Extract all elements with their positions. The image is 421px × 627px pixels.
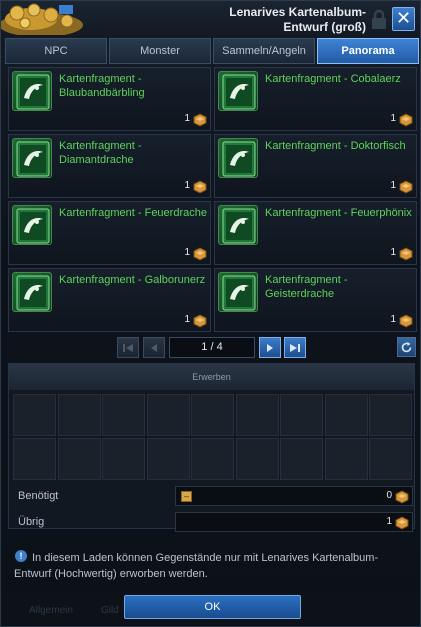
shop-item[interactable]: Kartenfragment - Galborunerz 1 xyxy=(8,268,211,332)
item-name: Kartenfragment - Feuerphönix xyxy=(265,207,412,219)
page-indicator: 1 / 4 xyxy=(169,337,255,358)
currency-icon xyxy=(395,490,409,504)
map-fragment-icon xyxy=(218,272,258,312)
purchase-slot[interactable] xyxy=(235,438,279,480)
close-button[interactable]: ✕ xyxy=(392,7,415,31)
window-title: Lenarives Kartenalbum- Entwurf (groß) xyxy=(146,5,366,35)
currency-icon xyxy=(193,180,207,194)
item-price: 1 xyxy=(184,180,190,191)
map-fragment-icon xyxy=(12,138,52,178)
tab-monster[interactable]: Monster xyxy=(109,38,211,64)
ghost-tab-label-2: Gild xyxy=(101,605,119,616)
refresh-button[interactable] xyxy=(397,337,416,357)
ghost-tab-label: Allgemein xyxy=(29,605,73,616)
shop-item[interactable]: Kartenfragment - Diamantdrache 1 xyxy=(8,134,211,198)
purchase-header: Erwerben xyxy=(9,364,414,390)
tab-sammeln-angeln[interactable]: Sammeln/Angeln xyxy=(213,38,315,64)
remaining-value: 1 xyxy=(386,516,392,527)
pagination: 1 / 4 xyxy=(1,337,420,359)
window-title-line1: Lenarives Kartenalbum- xyxy=(229,5,366,19)
item-name: Kartenfragment - Feuerdrache xyxy=(59,207,207,219)
item-price: 1 xyxy=(390,314,396,325)
currency-icon xyxy=(399,113,413,127)
purchase-panel: Erwerben Benötigt – 0 Übrig 1 xyxy=(8,363,415,532)
info-text: In diesem Laden können Gegenstände nur m… xyxy=(14,552,379,580)
currency-icon xyxy=(193,247,207,261)
remaining-field: 1 xyxy=(175,512,413,532)
map-fragment-icon xyxy=(218,71,258,111)
purchase-slot[interactable] xyxy=(13,438,56,480)
first-page-icon xyxy=(123,343,133,352)
window-header: Lenarives Kartenalbum- Entwurf (groß) ✕ xyxy=(1,1,420,38)
purchase-slot[interactable] xyxy=(146,438,190,480)
purchase-slot[interactable] xyxy=(191,394,234,436)
currency-icon xyxy=(395,516,409,530)
window-title-line2: Entwurf (groß) xyxy=(283,20,366,34)
item-name: Kartenfragment - Galborunerz xyxy=(59,274,206,286)
purchase-slot[interactable] xyxy=(57,438,101,480)
shop-item[interactable]: Kartenfragment - Doktorfisch 1 xyxy=(214,134,417,198)
shop-item[interactable]: Kartenfragment - Geisterdrache 1 xyxy=(214,268,417,332)
item-price: 1 xyxy=(390,247,396,258)
currency-icon xyxy=(399,247,413,261)
needed-field: – 0 xyxy=(175,486,413,506)
item-price: 1 xyxy=(184,314,190,325)
item-name: Kartenfragment - Blaubandbärbling xyxy=(59,73,145,99)
category-tabs: NPC Monster Sammeln/Angeln Panorama xyxy=(5,38,419,64)
remaining-label: Übrig xyxy=(18,516,45,528)
tab-panorama[interactable]: Panorama xyxy=(317,38,419,64)
next-page-button[interactable] xyxy=(259,337,281,358)
shop-item[interactable]: Kartenfragment - Cobalaerz 1 xyxy=(214,67,417,131)
needed-value: 0 xyxy=(386,490,392,501)
purchase-slot[interactable] xyxy=(191,438,234,480)
purchase-slot[interactable] xyxy=(324,394,368,436)
gold-coins-icon xyxy=(1,3,83,35)
map-fragment-icon xyxy=(218,205,258,245)
lock-icon[interactable] xyxy=(369,9,389,31)
prev-page-icon xyxy=(151,343,157,352)
prev-page-button[interactable] xyxy=(143,337,165,358)
purchase-slot[interactable] xyxy=(369,394,412,436)
item-price: 1 xyxy=(184,113,190,124)
purchase-slot[interactable] xyxy=(280,394,323,436)
item-name: Kartenfragment - Doktorfisch xyxy=(265,140,406,152)
next-page-icon xyxy=(267,343,273,352)
refresh-icon xyxy=(401,341,412,352)
currency-icon xyxy=(193,314,207,328)
purchase-slot[interactable] xyxy=(280,438,323,480)
purchase-slot[interactable] xyxy=(146,394,190,436)
currency-icon xyxy=(399,314,413,328)
map-fragment-icon xyxy=(12,272,52,312)
map-fragment-icon xyxy=(12,71,52,111)
ok-button[interactable]: OK xyxy=(124,595,301,619)
currency-icon xyxy=(193,113,207,127)
shop-item[interactable]: Kartenfragment - Blaubandbärbling 1 xyxy=(8,67,211,131)
item-price: 1 xyxy=(390,113,396,124)
purchase-slot[interactable] xyxy=(235,394,279,436)
purchase-slot[interactable] xyxy=(102,394,145,436)
shop-item[interactable]: Kartenfragment - Feuerdrache 1 xyxy=(8,201,211,265)
purchase-slot[interactable] xyxy=(13,394,56,436)
map-fragment-icon xyxy=(12,205,52,245)
item-name: Kartenfragment - Geisterdrache xyxy=(265,274,348,300)
tab-npc[interactable]: NPC xyxy=(5,38,107,64)
decrease-button[interactable]: – xyxy=(181,491,192,502)
needed-label: Benötigt xyxy=(18,490,59,502)
map-fragment-icon xyxy=(218,138,258,178)
last-page-icon xyxy=(290,343,300,352)
purchase-slot[interactable] xyxy=(324,438,368,480)
item-price: 1 xyxy=(184,247,190,258)
purchase-slot[interactable] xyxy=(57,394,101,436)
item-name: Kartenfragment - Cobalaerz xyxy=(265,73,401,85)
item-name: Kartenfragment - Diamantdrache xyxy=(59,140,142,166)
last-page-button[interactable] xyxy=(284,337,306,358)
currency-icon xyxy=(399,180,413,194)
item-price: 1 xyxy=(390,180,396,191)
purchase-slot[interactable] xyxy=(369,438,412,480)
shop-item[interactable]: Kartenfragment - Feuerphönix 1 xyxy=(214,201,417,265)
first-page-button[interactable] xyxy=(117,337,139,358)
shop-window: Lenarives Kartenalbum- Entwurf (groß) ✕ … xyxy=(0,0,421,627)
purchase-slot[interactable] xyxy=(102,438,145,480)
